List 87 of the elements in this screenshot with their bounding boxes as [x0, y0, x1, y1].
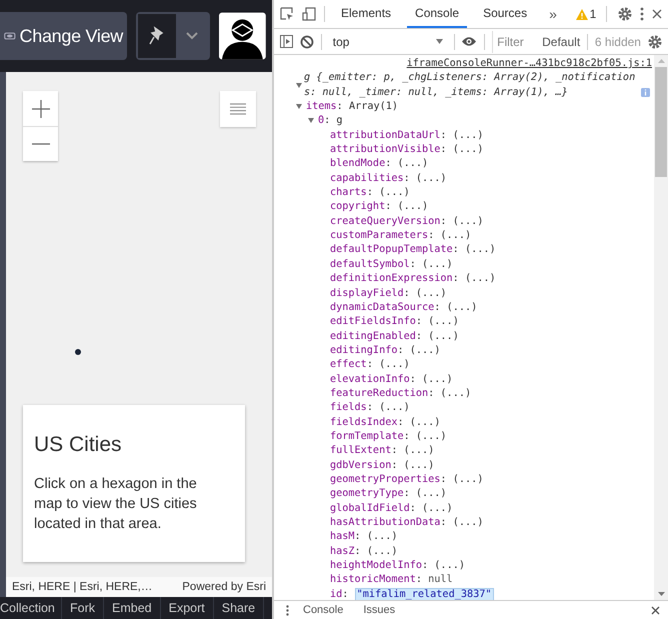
property-entry: dynamicDataSource: (...): [330, 302, 478, 313]
scroll-up-icon: [658, 59, 664, 63]
avatar-icon[interactable]: [219, 12, 266, 60]
dropdown-arrow-icon: [436, 39, 443, 44]
property-entry: globalIdField: (...): [330, 502, 453, 514]
context-dropdown[interactable]: top: [328, 34, 447, 48]
property-entry: attributionVisible: (...): [330, 144, 484, 156]
legend-title: US Cities: [34, 433, 123, 457]
drawer-tab[interactable]: Issues: [357, 604, 402, 616]
property-entry: geometryType: (...): [330, 488, 447, 500]
source-link[interactable]: iframeConsoleRunner-…431bc918c2bf05.js:1: [296, 57, 654, 72]
clear-console-icon[interactable]: [300, 34, 314, 48]
property-entry: definitionExpression: (...): [330, 273, 496, 284]
warnings-button[interactable]: 1: [574, 7, 598, 21]
object-summary: g {_emitter: p, _chgListeners: Array(2), _notifications: null, _timer: null, _items: Array(1), …}: [304, 71, 636, 100]
attribution-text: Esri, HERE | Esri, HERE,…: [12, 581, 152, 593]
warning-icon: [576, 8, 588, 20]
property-entry: hasAttributionData: (...): [330, 517, 484, 528]
property-entry: editFieldsInfo: (...): [330, 316, 459, 328]
footer-button[interactable]: Export: [160, 597, 214, 619]
more-tabs-button[interactable]: »: [543, 6, 563, 22]
devtools-tab[interactable]: Console: [407, 0, 468, 28]
chevron-down-icon: [186, 32, 198, 40]
change-view-button[interactable]: Change View: [0, 12, 127, 60]
property-entry: defaultSymbol: (...): [330, 258, 453, 270]
minus-icon: [32, 143, 50, 145]
footer-button[interactable]: Share: [214, 597, 264, 619]
hidden-count: 6 hidden: [594, 34, 641, 48]
legend-list-button[interactable]: [220, 91, 256, 127]
property-entry: hasZ: (...): [330, 546, 398, 557]
expand-triangle-icon[interactable]: [296, 104, 302, 109]
inspect-icon[interactable]: [280, 7, 294, 21]
property-entry: capabilities: (...): [330, 172, 447, 184]
close-icon[interactable]: [652, 9, 662, 19]
property-entry: heightModelInfo: (...): [330, 560, 465, 572]
property-entry: 0: g: [318, 115, 343, 126]
kebab-menu-icon[interactable]: [286, 604, 289, 616]
kebab-menu-icon[interactable]: [640, 7, 644, 21]
property-entry: fieldsIndex: (...): [330, 416, 440, 428]
property-entry: copyright: (...): [330, 201, 428, 212]
property-entry: fullExtent: (...): [330, 445, 434, 456]
property-entry: featureReduction: (...): [330, 388, 472, 399]
sidebar-toggle-icon[interactable]: [280, 35, 293, 48]
property-entry: defaultPopupTemplate: (...): [330, 244, 496, 256]
footer-button[interactable]: Collection: [0, 597, 62, 619]
pin-button[interactable]: [138, 14, 176, 58]
property-entry: blendMode: (...): [330, 158, 428, 170]
property-entry: effect: (...): [330, 359, 410, 370]
property-entry: displayField: (...): [330, 288, 447, 298]
property-entry: elevationInfo: (...): [330, 374, 453, 385]
footer-button[interactable]: Embed: [104, 597, 161, 619]
map-point-icon: [75, 349, 81, 355]
zoom-in-button[interactable]: [23, 91, 58, 126]
property-entry: editingInfo: (...): [330, 344, 440, 356]
list-icon: [230, 103, 246, 115]
property-entry: historicMoment: null: [330, 574, 453, 586]
drawer-tab[interactable]: Console: [297, 604, 350, 616]
log-levels-dropdown[interactable]: Default: [542, 34, 580, 48]
eye-icon[interactable]: [461, 36, 478, 47]
close-icon[interactable]: [651, 606, 660, 614]
settings-icon[interactable]: [618, 7, 632, 21]
property-entry: items: Array(1): [306, 101, 398, 112]
property-entry: customParameters: (...): [330, 230, 472, 242]
device-icon[interactable]: [302, 7, 316, 21]
property-entry: id: "mifalim_related_3837": [330, 588, 494, 600]
scrollbar-thumb[interactable]: [655, 67, 667, 177]
footer-button[interactable]: Fork: [62, 597, 104, 619]
legend-description: Click on a hexagon in the map to view the US cities located in that area.: [34, 475, 198, 534]
devtools-tab[interactable]: Sources: [475, 0, 536, 28]
pin-icon: [148, 26, 166, 46]
property-entry: geometryProperties: (...): [330, 474, 484, 485]
property-entry: editingEnabled: (...): [330, 330, 459, 342]
property-entry: createQueryVersion: (...): [330, 216, 484, 227]
property-entry: charts: (...): [330, 187, 410, 198]
scroll-down-icon: [658, 592, 664, 596]
powered-by-text: Powered by Esri: [182, 581, 266, 593]
expand-triangle-icon[interactable]: [308, 118, 314, 124]
expand-triangle-icon[interactable]: [296, 83, 302, 88]
plus-icon: [32, 100, 50, 118]
property-entry: hasM: (...): [330, 531, 398, 542]
property-entry: attributionDataUrl: (...): [330, 130, 484, 141]
property-entry: gdbVersion: (...): [330, 460, 434, 471]
property-entry: fields: (...): [330, 402, 410, 414]
property-entry: formTemplate: (...): [330, 430, 447, 442]
settings-icon[interactable]: [648, 34, 662, 48]
devtools-tab[interactable]: Elements: [333, 0, 400, 28]
eye-icon: [4, 31, 16, 41]
